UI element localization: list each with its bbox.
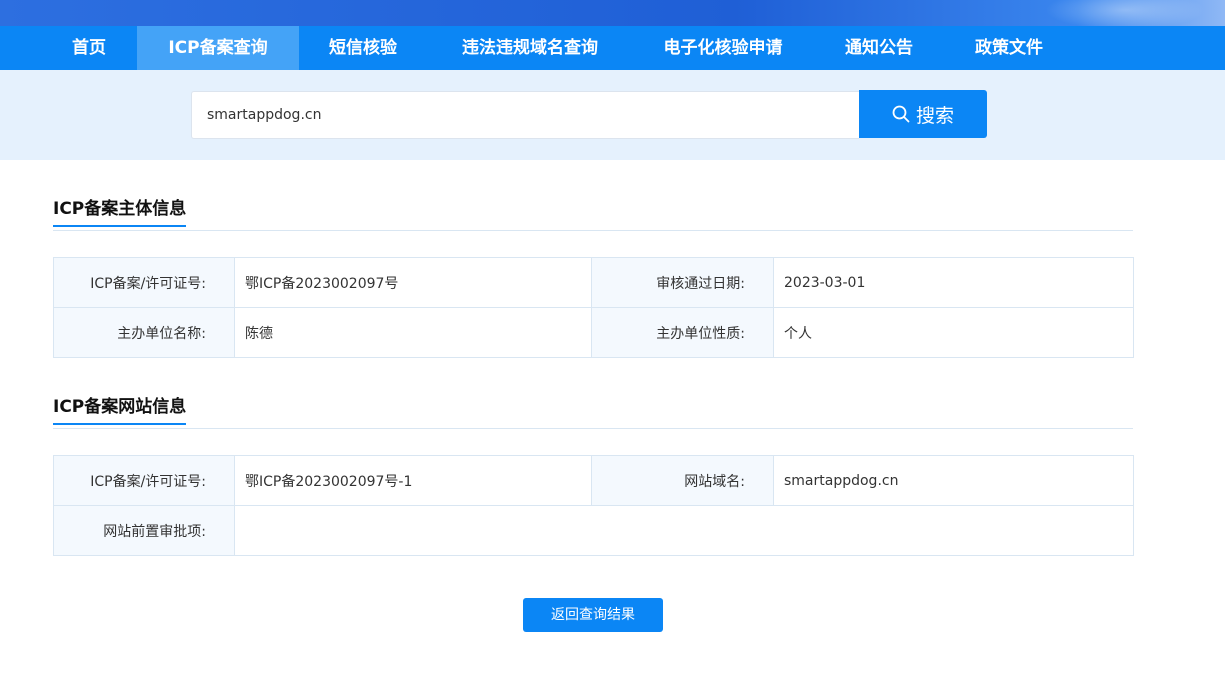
organizer-type-label: 主办单位性质: — [591, 307, 774, 358]
search-button-label: 搜索 — [915, 104, 954, 127]
back-to-results-button[interactable]: 返回查询结果 — [523, 598, 663, 632]
site-license-number-value: 鄂ICP备2023002097号-1 — [234, 455, 592, 506]
site-license-number-label: ICP备案/许可证号: — [53, 455, 235, 506]
nav-item-icp-query[interactable]: ICP备案查询 — [137, 26, 299, 70]
site-domain-label: 网站域名: — [591, 455, 774, 506]
nav-item-sms-verify[interactable]: 短信核验 — [316, 26, 410, 70]
nav-item-home[interactable]: 首页 — [53, 26, 125, 70]
organizer-type-value: 个人 — [773, 307, 1134, 358]
license-number-value: 鄂ICP备2023002097号 — [234, 257, 592, 308]
organizer-name-value: 陈德 — [234, 307, 592, 358]
table-row: ICP备案/许可证号: 鄂ICP备2023002097号 审核通过日期: 202… — [53, 257, 1134, 308]
search-band: 搜索 — [0, 70, 1225, 160]
nav-item-policies[interactable]: 政策文件 — [964, 26, 1054, 70]
table-row: 网站前置审批项: — [53, 505, 1134, 556]
pre-approval-label: 网站前置审批项: — [53, 505, 235, 556]
top-banner — [0, 0, 1225, 26]
pre-approval-value — [234, 505, 1134, 556]
nav-item-e-verify[interactable]: 电子化核验申请 — [650, 26, 796, 70]
nav-item-illegal-domain[interactable]: 违法违规域名查询 — [448, 26, 612, 70]
approval-date-label: 审核通过日期: — [591, 257, 774, 308]
main-nav: 首页 ICP备案查询 短信核验 违法违规域名查询 电子化核验申请 通知公告 政策… — [0, 26, 1225, 70]
table-row: 主办单位名称: 陈德 主办单位性质: 个人 — [53, 307, 1134, 358]
nav-item-notices[interactable]: 通知公告 — [834, 26, 924, 70]
subject-section-divider — [53, 230, 1133, 231]
website-section-divider — [53, 428, 1133, 429]
site-domain-value: smartappdog.cn — [773, 455, 1134, 506]
approval-date-value: 2023-03-01 — [773, 257, 1134, 308]
website-section-title: ICP备案网站信息 — [53, 392, 187, 425]
table-row: ICP备案/许可证号: 鄂ICP备2023002097号-1 网站域名: sma… — [53, 455, 1134, 506]
website-info-table: ICP备案/许可证号: 鄂ICP备2023002097号-1 网站域名: sma… — [53, 455, 1134, 556]
organizer-name-label: 主办单位名称: — [53, 307, 235, 358]
search-input[interactable] — [191, 91, 859, 139]
subject-info-table: ICP备案/许可证号: 鄂ICP备2023002097号 审核通过日期: 202… — [53, 257, 1134, 358]
search-button[interactable]: 搜索 — [859, 90, 987, 138]
subject-section-title: ICP备案主体信息 — [53, 194, 187, 227]
license-number-label: ICP备案/许可证号: — [53, 257, 235, 308]
search-icon — [892, 105, 910, 123]
